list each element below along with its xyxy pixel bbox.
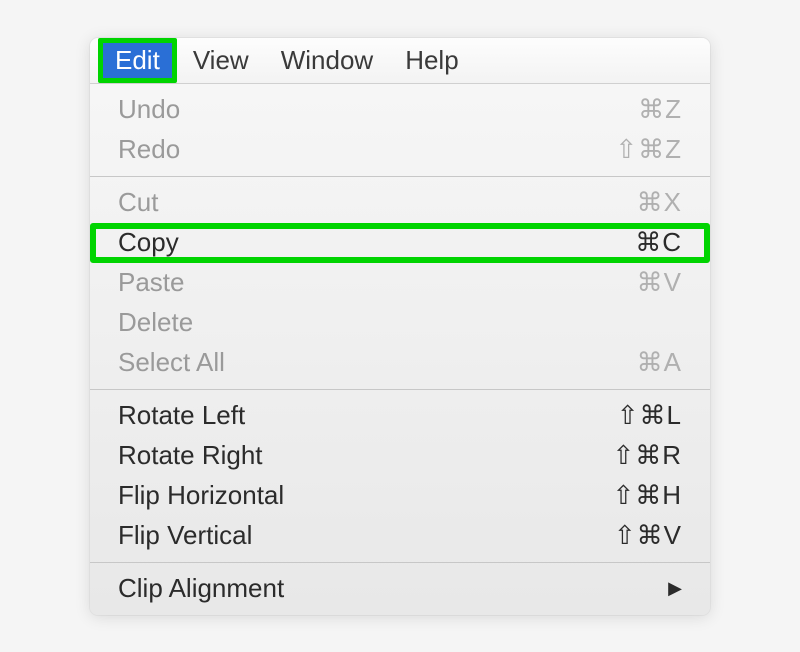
menubar-item-label: Edit [115, 45, 160, 76]
menu-item-label: Cut [118, 187, 158, 218]
menu-item-label: Paste [118, 267, 185, 298]
menu-item-label: Rotate Left [118, 400, 245, 431]
menubar-item-label: View [193, 45, 249, 76]
menu-item-shortcut: ⌘C [635, 227, 682, 258]
menu-item-copy[interactable]: Copy ⌘C [90, 223, 710, 263]
menu-item-rotate-right[interactable]: Rotate Right ⇧⌘R [90, 436, 710, 476]
menu-separator [90, 176, 710, 177]
menubar-item-window[interactable]: Window [265, 38, 389, 83]
menu-item-rotate-left[interactable]: Rotate Left ⇧⌘L [90, 396, 710, 436]
menu-item-label: Redo [118, 134, 180, 165]
menu-item-cut[interactable]: Cut ⌘X [90, 183, 710, 223]
edit-dropdown: Undo ⌘Z Redo ⇧⌘Z Cut ⌘X Copy ⌘C Paste ⌘V… [90, 84, 710, 615]
menu-item-undo[interactable]: Undo ⌘Z [90, 90, 710, 130]
menubar-item-edit[interactable]: Edit [98, 38, 177, 83]
menu-item-shortcut: ⌘A [637, 347, 682, 378]
menu-item-label: Select All [118, 347, 225, 378]
menu-item-delete[interactable]: Delete [90, 303, 710, 343]
menu-item-flip-horizontal[interactable]: Flip Horizontal ⇧⌘H [90, 476, 710, 516]
menubar-item-view[interactable]: View [177, 38, 265, 83]
menu-item-select-all[interactable]: Select All ⌘A [90, 343, 710, 383]
menu-item-label: Rotate Right [118, 440, 263, 471]
menubar: Edit View Window Help [90, 38, 710, 84]
menu-item-label: Undo [118, 94, 180, 125]
menu-item-paste[interactable]: Paste ⌘V [90, 263, 710, 303]
menubar-item-label: Window [281, 45, 373, 76]
menubar-item-help[interactable]: Help [389, 38, 474, 83]
menu-item-label: Copy [118, 227, 179, 258]
menu-item-label: Flip Horizontal [118, 480, 284, 511]
menu-item-shortcut: ⌘V [637, 267, 682, 298]
menubar-spacer [90, 38, 98, 83]
menu-item-clip-alignment[interactable]: Clip Alignment ▶ [90, 569, 710, 609]
menu-item-shortcut: ⌘X [637, 187, 682, 218]
menu-item-shortcut: ⇧⌘H [612, 480, 682, 511]
menubar-item-label: Help [405, 45, 458, 76]
edit-menu-frame: Edit View Window Help Undo ⌘Z Redo ⇧⌘Z C… [90, 38, 710, 615]
menu-item-label: Flip Vertical [118, 520, 252, 551]
menu-item-label: Delete [118, 307, 193, 338]
menu-item-shortcut: ⇧⌘Z [615, 134, 682, 165]
menu-item-shortcut: ⇧⌘V [614, 520, 682, 551]
menu-item-redo[interactable]: Redo ⇧⌘Z [90, 130, 710, 170]
submenu-arrow-icon: ▶ [668, 578, 682, 599]
menu-separator [90, 562, 710, 563]
menu-item-shortcut: ⇧⌘L [617, 400, 682, 431]
menu-item-shortcut: ⌘Z [638, 94, 682, 125]
menu-item-label: Clip Alignment [118, 573, 284, 604]
menu-item-flip-vertical[interactable]: Flip Vertical ⇧⌘V [90, 516, 710, 556]
menu-separator [90, 389, 710, 390]
menu-item-shortcut: ⇧⌘R [612, 440, 682, 471]
